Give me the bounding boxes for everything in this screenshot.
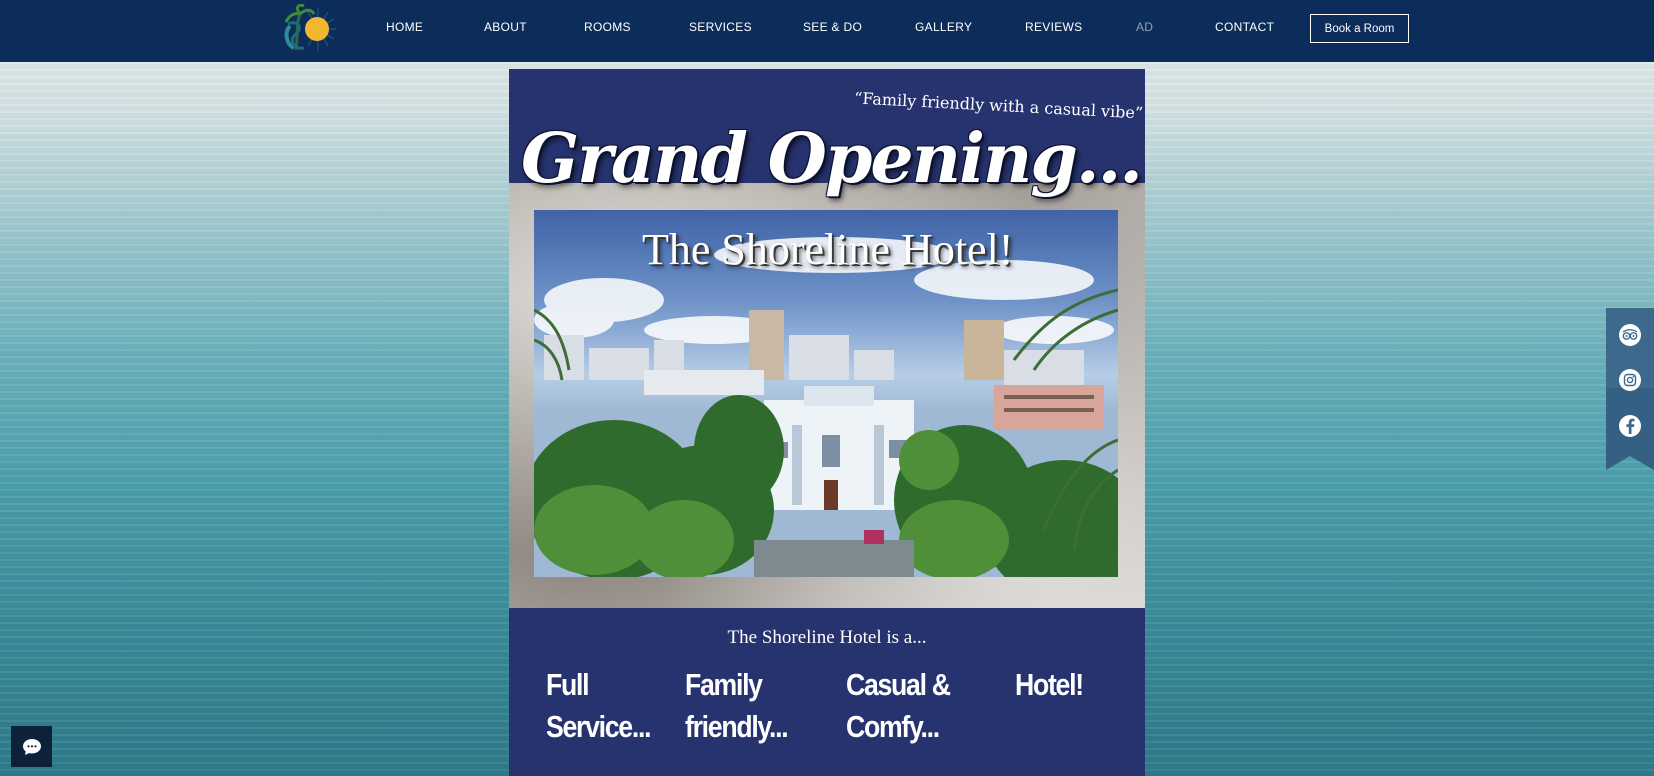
nav-rooms[interactable]: ROOMS bbox=[584, 20, 631, 34]
hotel-logo[interactable] bbox=[284, 3, 338, 54]
nav-ad[interactable]: AD bbox=[1136, 20, 1153, 34]
feature-line: Comfy... bbox=[846, 709, 940, 744]
nav-home[interactable]: HOME bbox=[386, 20, 423, 34]
social-media-bar bbox=[1606, 308, 1654, 470]
feature-line: friendly... bbox=[685, 709, 789, 744]
feature-line: Hotel! bbox=[1015, 667, 1084, 702]
feature-family-friendly: Family friendly... bbox=[685, 664, 789, 748]
nav-reviews[interactable]: REVIEWS bbox=[1025, 20, 1082, 34]
chat-bubble-icon bbox=[22, 738, 41, 755]
grand-opening-headline: Grand Opening... bbox=[521, 119, 1143, 199]
feature-line: Service... bbox=[546, 709, 651, 744]
feature-line: Family bbox=[685, 667, 763, 702]
feature-casual-comfy: Casual & Comfy... bbox=[846, 664, 951, 748]
nav-see-and-do[interactable]: SEE & DO bbox=[803, 20, 862, 34]
nav-gallery[interactable]: GALLERY bbox=[915, 20, 972, 34]
grand-opening-poster: “Family friendly with a casual vibe” Gra… bbox=[509, 69, 1145, 776]
chat-button[interactable] bbox=[11, 726, 52, 767]
feature-hotel: Hotel! bbox=[1015, 664, 1084, 706]
poster-tagline: “Family friendly with a casual vibe” bbox=[853, 88, 1144, 123]
hotel-name-title: The Shoreline Hotel! bbox=[642, 225, 1014, 274]
nav-about[interactable]: ABOUT bbox=[484, 20, 527, 34]
tripadvisor-icon[interactable] bbox=[1619, 324, 1641, 346]
feature-full-service: Full Service... bbox=[546, 664, 651, 748]
feature-line: Full bbox=[546, 667, 590, 702]
poster-intro-text: The Shoreline Hotel is a... bbox=[727, 627, 927, 648]
instagram-icon[interactable] bbox=[1619, 369, 1641, 391]
facebook-icon[interactable] bbox=[1619, 415, 1641, 437]
feature-line: Casual & bbox=[846, 667, 951, 702]
book-a-room-button[interactable]: Book a Room bbox=[1310, 14, 1409, 43]
nav-services[interactable]: SERVICES bbox=[689, 20, 752, 34]
nav-contact[interactable]: CONTACT bbox=[1215, 20, 1274, 34]
top-navigation-bar: HOME ABOUT ROOMS SERVICES SEE & DO GALLE… bbox=[0, 0, 1654, 62]
